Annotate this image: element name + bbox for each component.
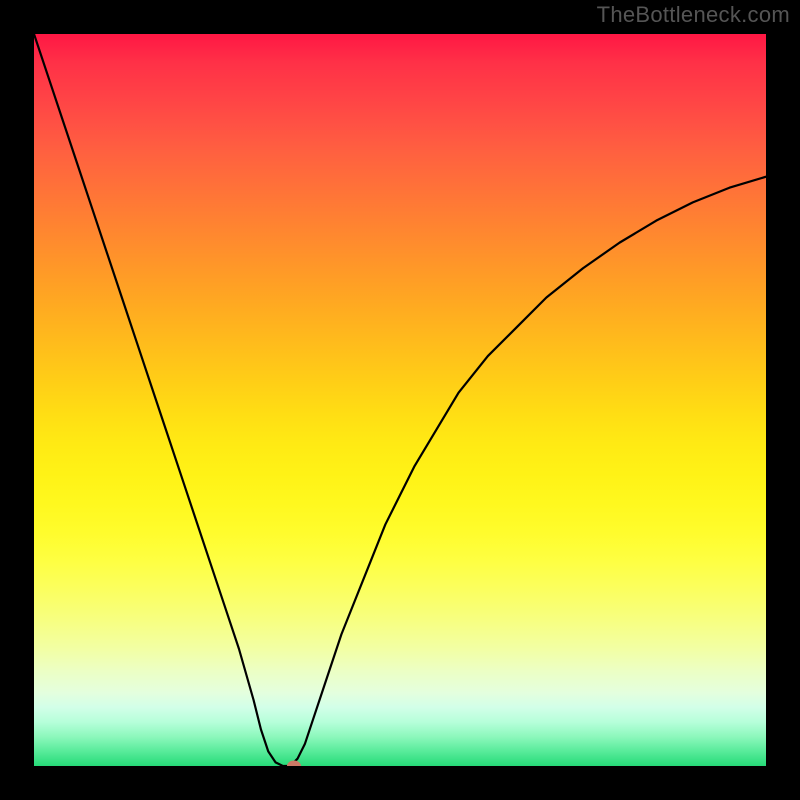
watermark-text: TheBottleneck.com [597,2,790,28]
chart-frame: TheBottleneck.com [0,0,800,800]
plot-area [34,34,766,766]
current-point-marker [287,761,301,767]
bottleneck-curve [34,34,766,766]
